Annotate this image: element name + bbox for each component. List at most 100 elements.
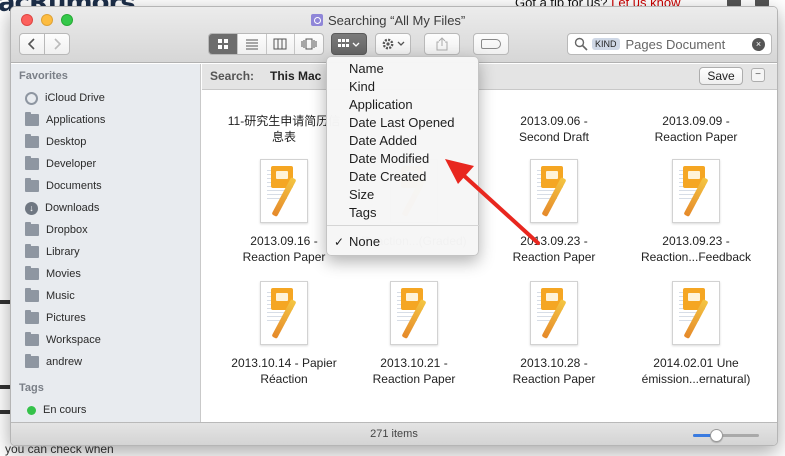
column-view-button[interactable] <box>267 34 296 54</box>
sidebar-item-developer[interactable]: Developer <box>25 154 96 174</box>
arrange-menu-item-date-added[interactable]: Date Added <box>327 132 480 150</box>
sidebar-item-pictures[interactable]: Pictures <box>25 308 86 328</box>
remove-criteria-button[interactable]: − <box>751 68 765 82</box>
search-label: Search: <box>210 69 255 83</box>
arrange-button[interactable] <box>331 33 367 55</box>
sidebar-item-label: andrew <box>46 356 83 368</box>
file-name: 2014.02.01 Une émission...ernatural) <box>641 356 751 386</box>
status-bar: 271 items <box>11 422 777 445</box>
file-name: 2013.10.28 - Reaction Paper <box>512 356 596 386</box>
sidebar-item-label: Applications <box>46 114 106 126</box>
sidebar-item-library[interactable]: Library <box>25 242 80 262</box>
action-button[interactable] <box>375 33 411 55</box>
sidebar-item-workspace[interactable]: Workspace <box>25 330 101 350</box>
icon-view-button[interactable] <box>209 34 238 54</box>
sidebar-tags-header: Tags <box>19 382 44 394</box>
file-grid: 11-研究生申请简历信 息表 2013.09.06 - Second Draft 201… <box>202 91 777 422</box>
documents-icon <box>25 178 39 192</box>
arrange-menu-item-name[interactable]: Name <box>327 60 480 78</box>
sidebar-item-downloads[interactable]: ↓ Downloads <box>25 198 99 218</box>
sidebar-item-movies[interactable]: Movies <box>25 264 81 284</box>
pages-document-icon <box>260 281 308 345</box>
sidebar-favorites-header: Favorites <box>19 70 68 82</box>
checkmark-icon: ✓ <box>334 235 345 249</box>
gear-icon <box>382 38 405 50</box>
coverflow-view-button[interactable] <box>295 34 323 54</box>
arrange-menu-item-none[interactable]: ✓ None <box>327 233 480 251</box>
icon-view-icon <box>217 39 228 49</box>
sidebar-item-label: iCloud Drive <box>45 92 105 104</box>
share-icon <box>436 37 448 51</box>
view-mode-control[interactable] <box>208 33 324 55</box>
forward-button[interactable] <box>44 33 70 55</box>
arrange-menu: Name Kind Application Date Last Opened Date … <box>326 56 480 256</box>
search-kind-token[interactable]: KIND <box>592 38 620 50</box>
movies-icon <box>25 266 39 280</box>
arrange-menu-item-date-last-opened[interactable]: Date Last Opened <box>327 114 480 132</box>
clear-search-icon[interactable]: × <box>752 38 765 51</box>
arrange-menu-item-size[interactable]: Size <box>327 186 480 204</box>
folder-icon <box>25 244 39 258</box>
sidebar-item-andrew[interactable]: andrew <box>25 352 82 372</box>
sidebar-item-label: Downloads <box>45 202 100 214</box>
search-scope-this-mac[interactable]: This Mac <box>270 69 321 83</box>
fullscreen-window-button[interactable] <box>61 14 73 26</box>
pages-document-icon <box>390 281 438 345</box>
list-view-icon <box>245 39 258 50</box>
column-view-icon <box>273 38 287 50</box>
arrange-menu-item-tags[interactable]: Tags <box>327 204 480 222</box>
coverflow-view-icon <box>301 38 317 50</box>
icon-size-slider-knob[interactable] <box>710 429 724 442</box>
list-view-button[interactable] <box>238 34 267 54</box>
minimize-window-button[interactable] <box>41 14 53 26</box>
sidebar-item-desktop[interactable]: Desktop <box>25 132 86 152</box>
sidebar-item-label: Library <box>46 246 80 258</box>
edit-tags-button[interactable] <box>473 33 509 55</box>
sidebar-item-label: Music <box>46 290 75 302</box>
file-name: 2013.10.21 - Reaction Paper <box>372 356 456 386</box>
sidebar-item-label: Documents <box>46 180 102 192</box>
sidebar-tag-0[interactable]: En cours <box>25 400 86 420</box>
arrange-menu-item-date-created[interactable]: Date Created <box>327 168 480 186</box>
icon-size-slider[interactable] <box>693 429 759 442</box>
arrange-menu-item-kind[interactable]: Kind <box>327 78 480 96</box>
sidebar-item-dropbox[interactable]: Dropbox <box>25 220 88 240</box>
background-left-text <box>0 0 10 456</box>
file-name: 2013.09.23 - Reaction Paper <box>512 234 596 264</box>
sidebar-item-label: Workspace <box>46 334 101 346</box>
sidebar-item-label: Desktop <box>46 136 87 148</box>
chevron-right-icon <box>54 38 61 50</box>
arrange-menu-item-application[interactable]: Application <box>327 96 480 114</box>
search-icon <box>574 37 588 51</box>
applications-icon <box>25 112 39 126</box>
share-button[interactable] <box>424 33 460 55</box>
pages-document-icon <box>672 159 720 223</box>
back-button[interactable] <box>19 33 45 55</box>
file-name: 2013.09.06 - Second Draft <box>518 114 590 144</box>
arrange-menu-item-date-modified[interactable]: Date Modified <box>327 150 480 168</box>
sidebar-item-music[interactable]: Music <box>25 286 75 306</box>
file-name: 2013.09.09 - Reaction Paper <box>654 114 738 144</box>
search-input[interactable]: Pages Document <box>626 37 726 52</box>
cloud-icon <box>25 91 38 105</box>
menu-separator <box>327 225 480 226</box>
save-search-button[interactable]: Save <box>699 67 743 85</box>
file-name: 2013.10.14 - Papier Réaction <box>231 356 337 386</box>
sidebar-item-label: Dropbox <box>46 224 88 236</box>
sidebar-item-documents[interactable]: Documents <box>25 176 102 196</box>
sidebar-item-applications[interactable]: Applications <box>25 110 105 130</box>
close-window-button[interactable] <box>21 14 33 26</box>
item-count: 271 items <box>370 428 418 440</box>
pages-document-icon <box>672 281 720 345</box>
chevron-left-icon <box>28 38 35 50</box>
pictures-icon <box>25 310 39 324</box>
sidebar-item-icloud-drive[interactable]: iCloud Drive <box>25 88 105 108</box>
smart-folder-icon <box>311 14 323 26</box>
search-field[interactable]: KIND Pages Document × <box>567 33 772 55</box>
tag-color-dot-icon <box>27 405 36 415</box>
downloads-icon: ↓ <box>25 201 38 215</box>
pages-document-icon <box>530 159 578 223</box>
folder-icon <box>25 156 39 170</box>
sidebar-item-label: Developer <box>46 158 97 170</box>
sidebar-item-label: Movies <box>46 268 81 280</box>
